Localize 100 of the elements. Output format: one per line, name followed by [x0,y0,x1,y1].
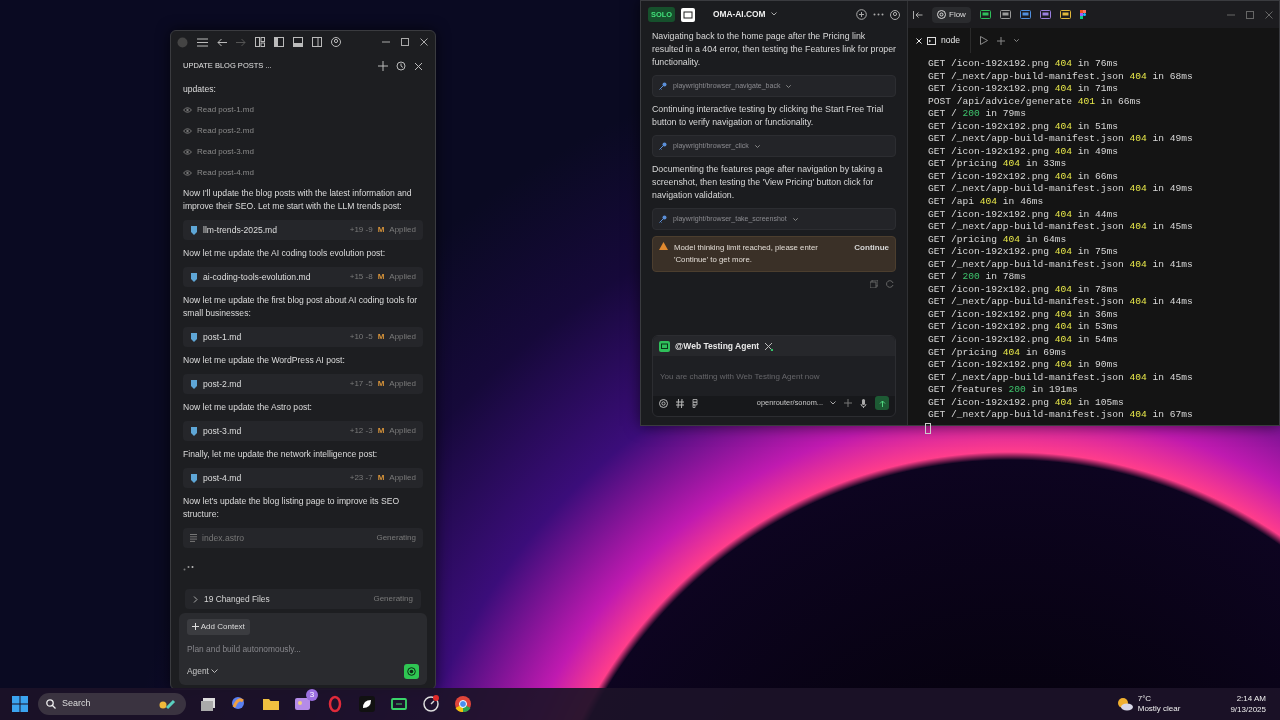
refresh-icon[interactable] [886,280,894,288]
sparkle-icon[interactable] [844,399,852,407]
columns-icon[interactable] [1039,10,1051,19]
markdown-file-icon [190,426,198,436]
terminal-line: GET / 200 in 78ms [928,271,1027,284]
window-icon[interactable] [1019,10,1031,19]
flow-button[interactable]: Flow [932,6,971,23]
key-icon [659,82,667,90]
left-panel-icon[interactable] [274,37,284,47]
file-change-row[interactable]: ai-coding-tools-evolution.md +15 -8 M Applied [183,267,423,287]
bottom-panel-icon[interactable] [293,37,303,47]
project-dropdown[interactable]: OMA-AI.COM [700,8,777,21]
close-icon [916,37,922,44]
terminal-line: GET /_next/app-build-manifest.json 404 in 44ms [928,296,1194,309]
read-step: Read post-3.md [197,146,254,158]
browser-logo-icon[interactable] [454,695,472,713]
screen-icon[interactable] [390,695,408,713]
file-change-row[interactable]: index.astro Generating [183,528,423,548]
new-chat-icon[interactable] [856,9,867,20]
terminal-line: GET /icon-192x192.png 404 in 54ms [928,334,1119,347]
terminal-line: GET /icon-192x192.png 404 in 78ms [928,283,1119,297]
file-change-row[interactable]: post-4.md +23 -7 M Applied [183,468,423,488]
eye-icon [183,170,192,176]
terminal-line: GET /icon-192x192.png 404 in 53ms [928,321,1119,335]
account-icon[interactable] [890,9,900,20]
back-arrow-icon[interactable] [217,37,227,47]
message-text: Now let me update the first blog post about AI coding tools for small businesses: [183,294,419,320]
file-name: llm-trends-2025.md [203,223,279,237]
plus-icon[interactable] [378,61,388,71]
hash-icon[interactable] [676,398,684,408]
terminal-line: GET /icon-192x192.png 404 in 75ms [928,246,1119,259]
message-text: Now let's update the blog listing page to improve its SEO structure: [183,495,401,521]
windows-start-icon[interactable] [12,696,28,712]
file-change-row[interactable]: post-3.md +12 -3 M Applied [183,421,423,441]
mention-icon[interactable] [659,398,668,408]
message-text: Now let me update the AI coding tools evolution post: [183,247,387,260]
changed-files-bar[interactable]: 19 Changed Files Generating [185,589,421,609]
history-icon[interactable] [396,61,406,71]
mode-dropdown[interactable]: Agent [187,665,219,678]
search-field[interactable]: Search [38,693,186,715]
collapse-sidebar-icon[interactable] [913,10,923,19]
terminal-line: GET /_next/app-build-manifest.json 404 in 41ms [928,258,1194,272]
warning-icon [659,242,668,250]
plus-icon[interactable] [997,36,1006,45]
right-panel-icon[interactable] [312,37,322,47]
add-context-button[interactable]: Add Context [187,619,250,635]
maximize-icon[interactable] [400,37,410,47]
diff-stats: +15 -8 [349,271,373,283]
menu-icon[interactable] [197,37,208,47]
eye-icon [183,149,192,155]
search-icon [46,699,56,709]
markdown-file-icon [190,473,198,483]
terminal-icon[interactable] [999,10,1011,19]
send-button[interactable] [404,664,419,679]
up-arrow-icon [878,399,886,407]
eye-icon [183,107,192,113]
chevron-down-icon [754,144,760,148]
diff-stats: +23 -7 [349,472,373,484]
apply-status: Applied [389,224,416,236]
close-icon[interactable] [419,37,429,47]
markdown-file-icon [190,272,198,282]
continue-link[interactable]: Continue [854,242,889,254]
chevron-down-icon[interactable] [1014,39,1020,42]
account-icon[interactable] [331,37,341,47]
read-step: Read post-4.md [197,167,254,179]
prompt-input[interactable]: Plan and build autonomously... [187,643,419,656]
ring-icon[interactable] [326,695,344,713]
chevron-down-icon [792,217,798,221]
temperature: 7°C [1137,694,1153,704]
terminal-line: GET /features 200 in 191ms [928,384,1079,397]
figma-icon[interactable] [692,398,698,408]
eye-icon [183,128,192,134]
send-button[interactable] [875,396,889,410]
apply-status: Applied [389,331,416,343]
clock-date: 9/13/2025 [1230,704,1266,715]
leaf-icon[interactable] [358,695,376,713]
gauge-icon[interactable] [422,695,440,713]
key-icon [659,142,667,150]
figma-logo-icon[interactable] [1079,10,1086,19]
photos-icon[interactable] [294,695,312,713]
terminal-line: GET /icon-192x192.png 404 in 71ms [928,83,1119,96]
maximize-icon[interactable] [1245,9,1255,20]
more-icon[interactable] [873,13,884,16]
window-icon[interactable] [1059,10,1071,19]
clock-time: 2:14 AM [1235,693,1266,704]
terminal-line: GET /_next/app-build-manifest.json 404 in 49ms [928,133,1194,146]
file-change-row[interactable]: llm-trends-2025.md +19 -9 M Applied [183,220,423,240]
close-icon[interactable] [414,61,423,71]
file-change-row[interactable]: post-1.md +10 -5 M Applied [183,327,423,347]
terminal-line: GET /icon-192x192.png 404 in 51ms [928,120,1119,134]
search-input[interactable]: Search [62,697,152,711]
layout-grid-icon[interactable] [255,37,265,47]
play-icon[interactable] [980,36,989,45]
terminal-tab[interactable]: node [916,28,972,53]
microphone-icon[interactable] [860,398,867,408]
terminal-line: GET /_next/app-build-manifest.json 404 in 67ms [928,409,1194,422]
stacked-windows-icon[interactable] [198,695,216,713]
file-change-row[interactable]: post-2.md +17 -5 M Applied [183,374,423,394]
terminal-line: GET /icon-192x192.png 404 in 36ms [928,308,1119,322]
window-icon[interactable] [979,10,991,19]
